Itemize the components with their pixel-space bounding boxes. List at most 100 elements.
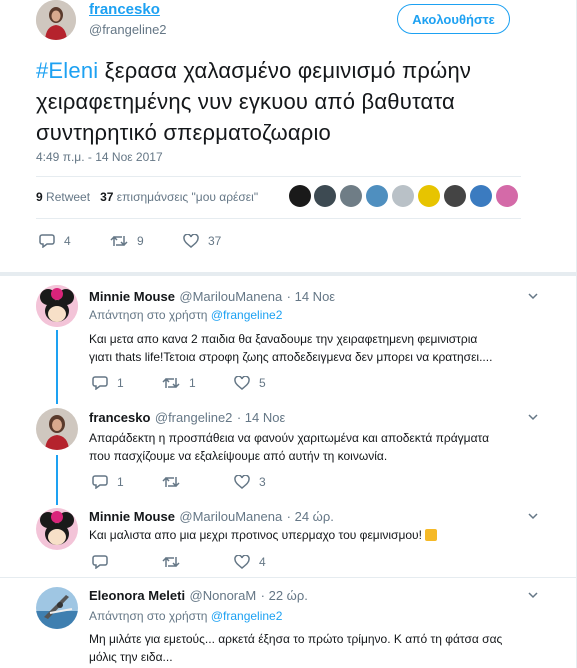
tweet-page: francesko @frangeline2 Ακολουθήστε #Elen… xyxy=(0,0,577,668)
reply-author-name[interactable]: Minnie Mouse xyxy=(89,289,175,304)
chevron-down-icon[interactable] xyxy=(527,510,539,522)
reply-text-line: γιατι thats life!Τετοια στροφη ζωης αποδ… xyxy=(89,350,493,364)
reply-to-handle[interactable]: @frangeline2 xyxy=(211,609,283,623)
like-button[interactable]: 3 xyxy=(234,475,266,489)
follow-button[interactable]: Ακολουθήστε xyxy=(397,4,510,34)
reply-text-line: Μη μιλάτε για εμετούς... αρκετά έξησα το… xyxy=(89,632,503,646)
divider xyxy=(0,577,577,578)
reply-time[interactable]: · 24 ώρ. xyxy=(287,509,334,524)
reply-icon xyxy=(92,555,108,569)
divider xyxy=(36,218,521,219)
reply-icon xyxy=(39,234,55,248)
reply-time[interactable]: · 14 Νοε xyxy=(237,410,285,425)
divider xyxy=(36,176,521,177)
reply-avatar[interactable] xyxy=(36,587,78,629)
hashtag-link[interactable]: #Eleni xyxy=(36,58,98,83)
retweet-icon xyxy=(162,556,180,568)
chevron-down-icon[interactable] xyxy=(527,589,539,601)
thread-line xyxy=(56,330,58,404)
like-icon xyxy=(234,555,250,569)
thread-line xyxy=(56,455,58,505)
like-button[interactable]: 5 xyxy=(234,376,266,390)
reply-author-handle[interactable]: @MarilouManena xyxy=(179,289,282,304)
liker-avatar[interactable] xyxy=(314,185,336,207)
retweet-button[interactable] xyxy=(162,475,189,489)
reply-author-name[interactable]: Minnie Mouse xyxy=(89,509,175,524)
reply-icon xyxy=(92,376,108,390)
reply-header: francesko @frangeline2 · 14 Νοε xyxy=(89,409,285,427)
liker-avatar[interactable] xyxy=(496,185,518,207)
like-count: 5 xyxy=(259,376,266,390)
reply-author-name[interactable]: Eleonora Meleti xyxy=(89,588,185,603)
liker-avatar[interactable] xyxy=(392,185,414,207)
reply-text: Και μετα απο κανα 2 παιδια θα ξαναδουμε … xyxy=(89,330,549,366)
tweet-stats: 9 Retweet 37 επισημάνσεις "μου αρέσει" xyxy=(36,190,258,204)
reply-text-line: μόλις την ειδα... xyxy=(89,650,173,664)
like-label[interactable]: επισημάνσεις "μου αρέσει" xyxy=(117,190,258,204)
reply-author-handle[interactable]: @MarilouManena xyxy=(179,509,282,524)
reply-header: Eleonora Meleti @NonoraM · 22 ώρ. xyxy=(89,587,308,605)
reply-to-label: Απάντηση στο χρήστη xyxy=(89,308,211,322)
chevron-down-icon[interactable] xyxy=(527,411,539,423)
like-button[interactable]: 4 xyxy=(234,555,266,569)
liker-avatar[interactable] xyxy=(418,185,440,207)
retweet-count: 1 xyxy=(189,376,196,390)
like-count: 3 xyxy=(259,475,266,489)
reply-count: 1 xyxy=(117,376,124,390)
author-handle[interactable]: @frangeline2 xyxy=(89,22,167,37)
author-avatar[interactable] xyxy=(36,0,76,40)
like-icon xyxy=(183,234,199,248)
retweet-count[interactable]: 9 xyxy=(36,190,43,204)
reply-text: Απαράδεκτη η προσπάθεια να φανούν χαριτω… xyxy=(89,429,549,465)
chevron-down-icon[interactable] xyxy=(527,290,539,302)
reply-header: Minnie Mouse @MarilouManena · 24 ώρ. xyxy=(89,508,334,526)
like-count: 4 xyxy=(259,555,266,569)
retweet-button[interactable] xyxy=(162,555,189,569)
retweet-icon xyxy=(110,235,128,247)
section-divider xyxy=(0,272,577,276)
tweet-timestamp[interactable]: 4:49 π.μ. - 14 Νοε 2017 xyxy=(36,150,163,164)
like-count-action: 37 xyxy=(208,234,222,248)
reply-avatar[interactable] xyxy=(36,408,78,450)
retweet-label[interactable]: Retweet xyxy=(46,190,90,204)
liker-avatar[interactable] xyxy=(289,185,311,207)
reply-time[interactable]: · 22 ώρ. xyxy=(261,588,308,603)
reply-time[interactable]: · 14 Νοε xyxy=(287,289,335,304)
reply-button[interactable] xyxy=(92,555,117,569)
reply-text-line: Και μαλιστα απο μια μεχρι προτινος υπερμ… xyxy=(89,528,422,542)
liker-avatar[interactable] xyxy=(366,185,388,207)
reply-to-label: Απάντηση στο χρήστη xyxy=(89,609,211,623)
retweet-icon xyxy=(162,377,180,389)
tweet-text-body: ξερασα χαλασμένο φεμινισμό πρώην χειραφε… xyxy=(36,58,472,145)
retweet-button[interactable]: 1 xyxy=(162,376,196,390)
reply-text-line: που πασχίζουμε να εξαλείψουμε από αυτήν … xyxy=(89,449,388,463)
liker-avatar[interactable] xyxy=(470,185,492,207)
reply-text: Και μαλιστα απο μια μεχρι προτινος υπερμ… xyxy=(89,526,549,544)
liker-avatar[interactable] xyxy=(340,185,362,207)
reply-author-handle[interactable]: @frangeline2 xyxy=(155,410,233,425)
reply-count: 4 xyxy=(64,234,71,248)
like-count[interactable]: 37 xyxy=(100,190,113,204)
reply-text-line: Και μετα απο κανα 2 παιδια θα ξαναδουμε … xyxy=(89,332,478,346)
reply-avatar[interactable] xyxy=(36,508,78,550)
retweet-count: 9 xyxy=(137,234,144,248)
reply-avatar[interactable] xyxy=(36,285,78,327)
like-button[interactable]: 37 xyxy=(183,234,221,248)
reply-button[interactable]: 1 xyxy=(92,376,124,390)
like-icon xyxy=(234,376,250,390)
reply-to-handle[interactable]: @frangeline2 xyxy=(211,308,283,322)
liker-avatar[interactable] xyxy=(444,185,466,207)
retweet-icon xyxy=(162,476,180,488)
reply-author-name[interactable]: francesko xyxy=(89,410,150,425)
thumbs-down-emoji-icon xyxy=(424,529,437,541)
reply-to: Απάντηση στο χρήστη @frangeline2 xyxy=(89,609,282,623)
reply-button[interactable]: 1 xyxy=(92,475,124,489)
reply-icon xyxy=(92,475,108,489)
reply-text-line: Απαράδεκτη η προσπάθεια να φανούν χαριτω… xyxy=(89,431,490,445)
author-name[interactable]: francesko xyxy=(89,1,160,18)
tweet-text: #Eleni ξερασα χαλασμένο φεμινισμό πρώην … xyxy=(36,55,556,148)
reply-header: Minnie Mouse @MarilouManena · 14 Νοε xyxy=(89,288,335,306)
retweet-button[interactable]: 9 xyxy=(110,234,144,248)
reply-author-handle[interactable]: @NonoraM xyxy=(190,588,257,603)
reply-button[interactable]: 4 xyxy=(39,234,71,248)
